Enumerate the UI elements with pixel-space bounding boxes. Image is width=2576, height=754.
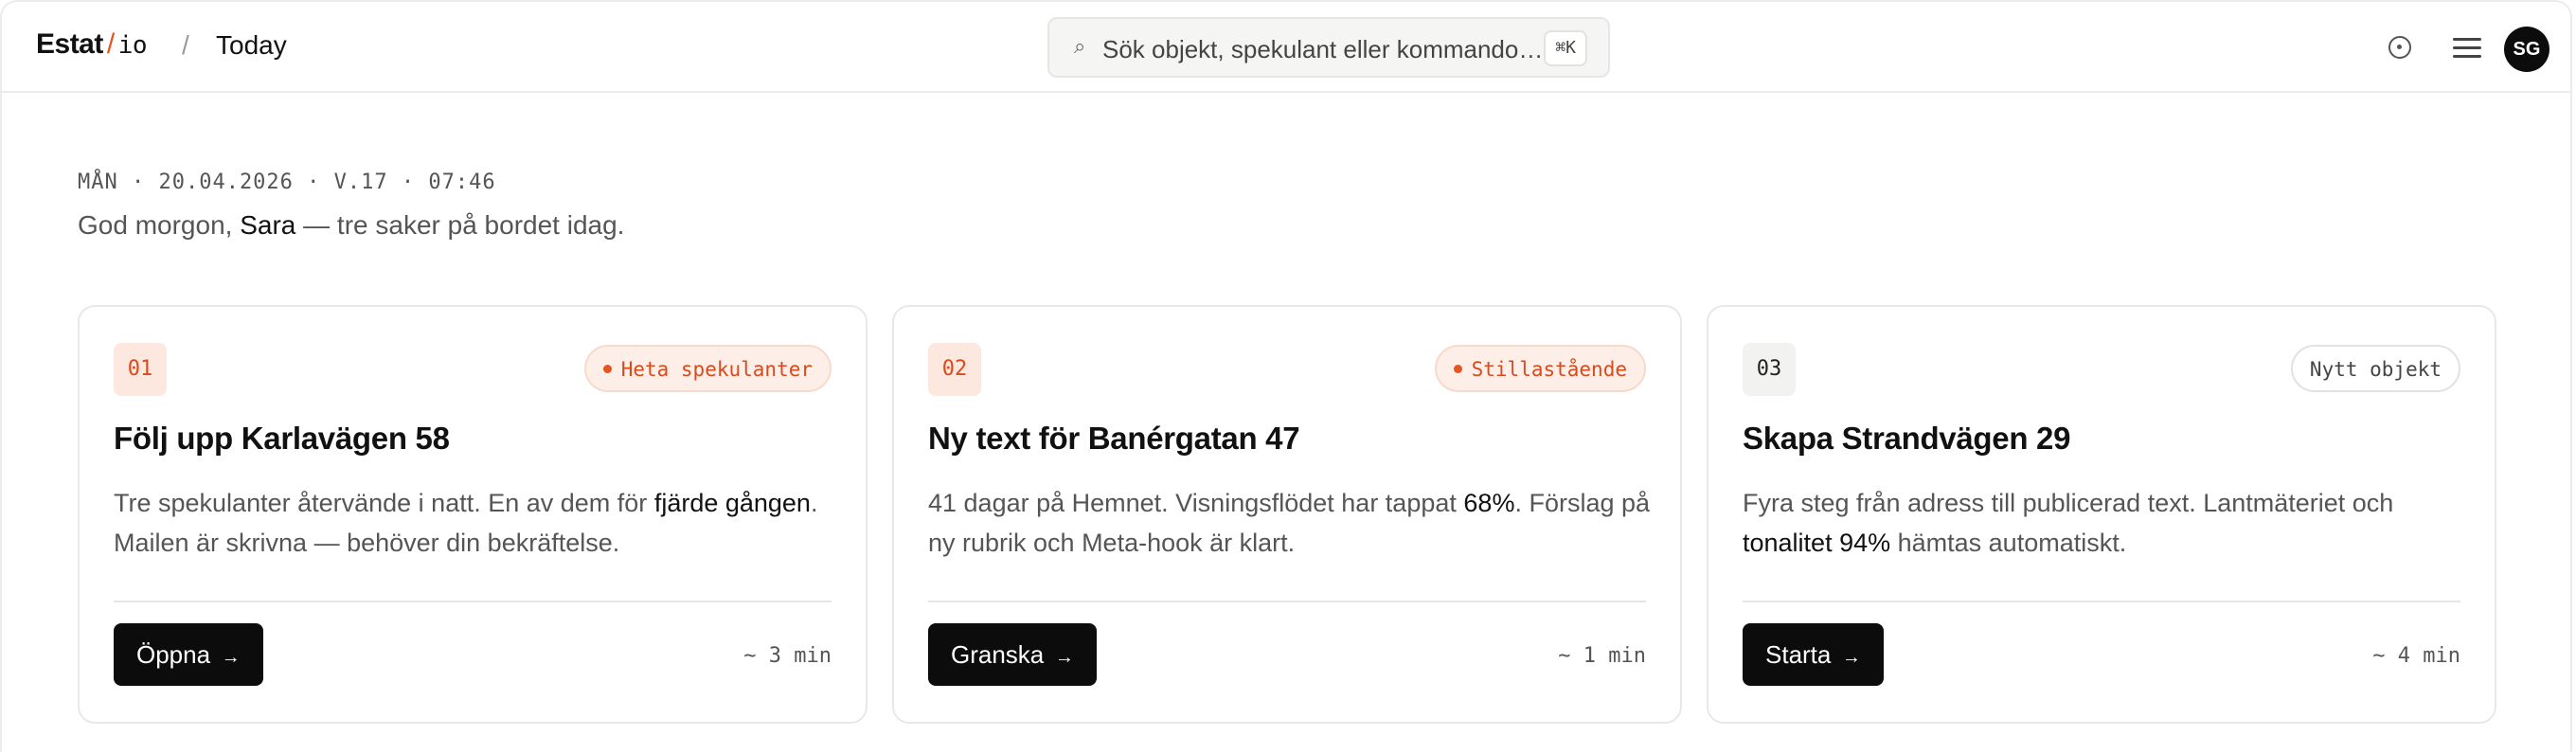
time-estimate: ~ 3 min xyxy=(743,644,832,668)
greeting: God morgon, Sara — tre saker på bordet i… xyxy=(78,210,624,241)
arrow-right-icon: → xyxy=(1836,647,1861,668)
status-badge: Nytt objekt xyxy=(2290,345,2460,392)
search-placeholder: Sök objekt, spekulant eller kommando… xyxy=(1102,35,1544,63)
avatar[interactable]: SG xyxy=(2504,27,2549,72)
task-card: 03 Nytt objekt Skapa Strandvägen 29 Fyra… xyxy=(1707,305,2496,724)
greeting-prefix: God morgon, xyxy=(78,210,233,240)
desc-text: Fyra steg från adress till publicerad te… xyxy=(1743,489,2394,517)
user-name: Sara xyxy=(240,210,296,240)
desc-highlight: 68% xyxy=(1463,489,1515,517)
logo-slash: / xyxy=(106,28,115,60)
card-number: 01 xyxy=(114,343,167,396)
arrow-right-icon: → xyxy=(216,647,241,668)
start-button[interactable]: Starta → xyxy=(1743,623,1884,686)
logo[interactable]: Estat / io xyxy=(36,28,148,61)
logo-sub: io xyxy=(117,31,148,60)
divider xyxy=(1743,601,2460,602)
desc-text: Tre spekulanter återvände i natt. En av … xyxy=(114,489,648,517)
card-title: Skapa Strandvägen 29 xyxy=(1743,421,2071,456)
card-title: Ny text för Banérgatan 47 xyxy=(928,421,1300,456)
greeting-suffix: — tre saker på bordet idag. xyxy=(303,210,625,240)
status-badge-label: Heta spekulanter xyxy=(620,358,813,381)
card-title: Följ upp Karlavägen 58 xyxy=(114,421,450,456)
card-description: 41 dagar på Hemnet. Visningsflödet har t… xyxy=(928,483,1657,563)
keyboard-shortcut-badge: ⌘K xyxy=(1544,30,1587,66)
card-description: Tre spekulanter återvände i natt. En av … xyxy=(114,483,843,563)
top-bar: Estat / io / Today ⌕ Sök objekt, spekulant… xyxy=(2,2,2572,93)
card-number: 02 xyxy=(928,343,981,396)
menu-icon[interactable] xyxy=(2453,38,2481,59)
task-card: 02 Stillastående Ny text för Banérgatan … xyxy=(892,305,1682,724)
status-badge-label: Stillastående xyxy=(1471,358,1627,381)
button-label: Granska xyxy=(951,640,1045,669)
logo-main: Estat xyxy=(36,28,103,60)
breadcrumb-today[interactable]: Today xyxy=(216,30,287,61)
desc-text: hämtas automatiskt. xyxy=(1897,529,2127,557)
time-estimate: ~ 1 min xyxy=(1558,644,1646,668)
time-estimate: ~ 4 min xyxy=(2372,644,2460,668)
desc-highlight: fjärde gången xyxy=(653,489,811,517)
desc-highlight: tonalitet 94% xyxy=(1743,529,1891,557)
search-input[interactable]: ⌕ Sök objekt, spekulant eller kommando… … xyxy=(1047,17,1610,78)
desc-text: 41 dagar på Hemnet. Visningsflödet har t… xyxy=(928,489,1457,517)
search-icon: ⌕ xyxy=(1074,34,1086,58)
date-line: MÅN · 20.04.2026 · V.17 · 07:46 xyxy=(78,171,496,194)
breadcrumb-separator: / xyxy=(182,30,189,60)
button-label: Starta xyxy=(1765,640,1832,669)
divider xyxy=(928,601,1646,602)
status-badge: Stillastående xyxy=(1434,345,1646,392)
card-description: Fyra steg från adress till publicerad te… xyxy=(1743,483,2472,563)
status-badge-label: Nytt objekt xyxy=(2309,358,2442,381)
review-button[interactable]: Granska → xyxy=(928,623,1097,686)
clock-icon[interactable] xyxy=(2388,36,2411,59)
task-card: 01 Heta spekulanter Följ upp Karlavägen … xyxy=(78,305,868,724)
button-label: Öppna xyxy=(136,640,211,669)
arrow-right-icon: → xyxy=(1049,647,1074,668)
card-number: 03 xyxy=(1743,343,1796,396)
open-button[interactable]: Öppna → xyxy=(114,623,263,686)
divider xyxy=(114,601,832,602)
status-badge: Heta spekulanter xyxy=(583,345,832,392)
